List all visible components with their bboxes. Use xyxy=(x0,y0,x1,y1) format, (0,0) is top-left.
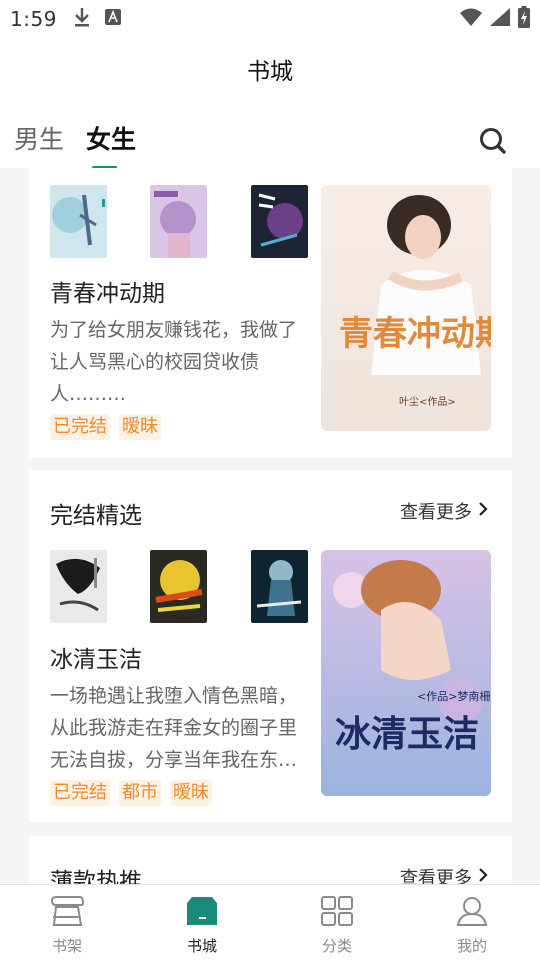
nav-label: 分类 xyxy=(321,937,352,955)
nav-item-bookstore[interactable]: 书城 xyxy=(157,895,247,956)
book-thumbnail[interactable] xyxy=(50,550,107,623)
bottom-navigation: 书架 书城 分类 我的 xyxy=(0,884,540,960)
app-notification-icon xyxy=(104,9,121,29)
bookshelf-icon xyxy=(50,896,85,931)
search-icon[interactable] xyxy=(478,126,508,160)
status-time: 1:59 xyxy=(10,7,57,31)
profile-icon xyxy=(455,897,489,931)
tag-label: 已完结 xyxy=(50,780,110,806)
cover-title-text: 冰清玉洁 xyxy=(335,713,479,755)
featured-book-cover[interactable]: 青春冲动期 叶尘<作品> xyxy=(321,185,491,431)
tag-label: 暧昧 xyxy=(170,780,212,806)
download-icon xyxy=(73,6,91,32)
app-header: 书城 xyxy=(0,38,540,100)
nav-item-category[interactable]: 分类 xyxy=(292,895,382,956)
book-description: 一场艳遇让我堕入情色黑暗，从此我游走在拜金女的圈子里无法自拔，分享当年我在东… xyxy=(50,685,298,771)
store-feed[interactable]: 青春冲动期 为了给女朋友赚钱花，我做了让人骂黑心的校园贷收债人……… 已完结 暧… xyxy=(0,168,540,884)
tag-label: 都市 xyxy=(119,780,161,806)
book-tags: 已完结 都市 暧昧 xyxy=(50,780,212,806)
book-thumbnail[interactable] xyxy=(150,550,207,623)
book-thumbnail[interactable] xyxy=(50,185,107,258)
book-thumbnail[interactable] xyxy=(251,185,308,258)
section-title: 完结精选 xyxy=(50,503,142,529)
gender-tabs: 男生 女生 xyxy=(0,100,540,169)
cover-author-text: 叶尘<作品> xyxy=(399,396,456,408)
chevron-right-icon xyxy=(478,501,488,522)
section-title: 薄款热推 xyxy=(50,869,142,884)
view-more-label: 查看更多 xyxy=(400,502,472,523)
view-more-link[interactable]: 查看更多 xyxy=(400,864,488,884)
book-section-card: 薄款热推 查看更多 xyxy=(29,836,512,884)
cover-author-text: <作品>梦南柵 xyxy=(417,689,490,703)
tag-label: 暧昧 xyxy=(119,414,161,440)
tab-female[interactable]: 女生 xyxy=(86,120,136,156)
book-thumbnail[interactable] xyxy=(150,185,207,258)
section-header: 薄款热推 查看更多 xyxy=(50,862,496,884)
wifi-icon xyxy=(460,8,482,30)
nav-item-bookshelf[interactable]: 书架 xyxy=(22,895,112,956)
category-grid-icon xyxy=(320,896,354,931)
book-thumbnail[interactable] xyxy=(251,550,308,623)
book-section-card: 完结精选 查看更多 冰清玉洁 一场艳遇让我堕入情色黑暗，从此我游走在拜金女的圈子… xyxy=(29,470,512,822)
book-title[interactable]: 青春冲动期 xyxy=(50,274,165,308)
page-title: 书城 xyxy=(247,59,293,85)
book-tags: 已完结 暧昧 xyxy=(50,414,161,440)
tab-male[interactable]: 男生 xyxy=(14,120,64,156)
book-description: 为了给女朋友赚钱花，我做了让人骂黑心的校园贷收债人……… xyxy=(50,319,298,405)
featured-book-cover[interactable]: 冰清玉洁 <作品>梦南柵 xyxy=(321,550,491,796)
battery-charging-icon xyxy=(518,6,530,32)
view-more-link[interactable]: 查看更多 xyxy=(400,498,488,524)
status-bar: 1:59 xyxy=(0,0,540,38)
nav-label: 书城 xyxy=(186,937,217,955)
nav-label: 我的 xyxy=(456,937,487,955)
nav-item-profile[interactable]: 我的 xyxy=(427,895,517,956)
section-header: 完结精选 查看更多 xyxy=(50,496,496,529)
view-more-label: 查看更多 xyxy=(400,868,472,884)
tag-label: 已完结 xyxy=(50,414,110,440)
chevron-right-icon xyxy=(478,867,488,885)
cover-title-text: 青春冲动期 xyxy=(339,314,491,354)
nav-label: 书架 xyxy=(51,937,82,955)
book-title[interactable]: 冰清玉洁 xyxy=(50,640,142,674)
cell-signal-icon xyxy=(490,8,510,30)
bookstore-icon xyxy=(185,897,219,931)
book-section-card: 青春冲动期 为了给女朋友赚钱花，我做了让人骂黑心的校园贷收债人……… 已完结 暧… xyxy=(29,168,512,458)
